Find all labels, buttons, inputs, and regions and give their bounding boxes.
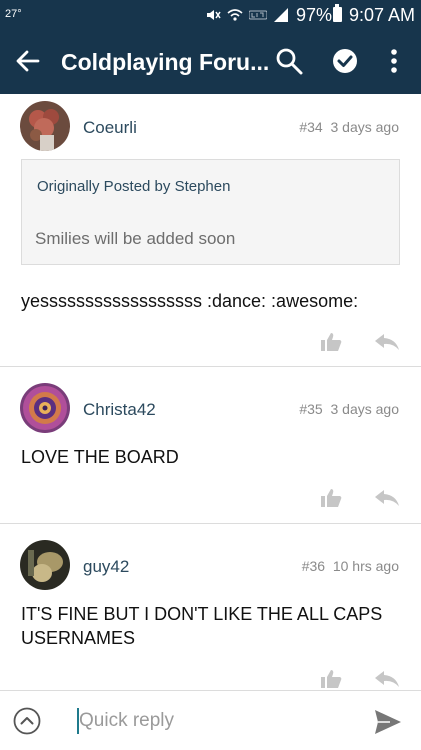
more-vert-icon[interactable] [383,47,405,75]
lte-icon [249,10,267,20]
post-number[interactable]: #34 [299,119,322,135]
username[interactable]: Christa42 [83,400,156,420]
avatar[interactable] [20,540,70,590]
post-time: 3 days ago [330,401,400,417]
post-36: guy42 #36 10 hrs ago IT'S FINE BUT I DON… [0,524,421,690]
thumbs-up-icon[interactable] [320,669,342,689]
avatar[interactable] [20,101,70,151]
search-icon[interactable] [275,47,303,75]
clock: 9:07 AM [349,5,416,25]
post-body-line: IT'S FINE BUT I DON'T LIKE THE ALL CAPS [21,604,383,624]
post-body-line: USERNAMES [21,628,136,648]
reply-icon[interactable] [374,669,400,689]
reply-icon[interactable] [374,488,400,508]
quote-block: Originally Posted by Stephen Smilies wil… [21,159,400,265]
mute-icon [207,10,221,20]
status-bar: 27° 97% 9:07 AM [0,0,421,30]
post-35: Christa42 #35 3 days ago LOVE THE BOARD [0,367,421,524]
check-circle-icon[interactable] [331,47,359,75]
app-bar: Coldplaying Foru... [0,30,421,94]
avatar[interactable] [20,383,70,433]
post-meta: #35 3 days ago [299,401,399,417]
post-number[interactable]: #36 [302,558,325,574]
reply-icon[interactable] [374,332,400,352]
page-title: Coldplaying Foru... [61,49,270,75]
battery-percent: 97% [296,5,333,25]
battery-icon [333,4,342,22]
collapse-up-icon[interactable] [13,707,41,735]
post-number[interactable]: #35 [299,401,322,417]
thumbs-up-icon[interactable] [320,488,342,508]
send-icon[interactable] [374,709,402,735]
wifi-icon [227,9,243,21]
post-meta: #36 10 hrs ago [302,558,399,574]
back-arrow-icon[interactable] [14,47,42,75]
quote-text: Smilies will be added soon [35,229,236,248]
post-body: IT'S FINE BUT I DON'T LIKE THE ALL CAPS … [21,602,382,650]
quick-reply-input[interactable] [79,706,349,736]
username[interactable]: Coeurli [83,118,137,138]
temperature: 27° [5,8,22,20]
post-body: yessssssssssssssssss :dance: :awesome: [21,291,359,311]
post-time: 10 hrs ago [332,558,399,574]
post-time: 3 days ago [330,119,400,135]
post-34: Coeurli #34 3 days ago Originally Posted… [0,94,421,367]
quick-reply-bar [0,690,421,750]
quote-author[interactable]: Originally Posted by Stephen [37,178,230,195]
signal-icon [274,8,288,22]
post-meta: #34 3 days ago [299,119,399,135]
status-icons [205,6,289,24]
username[interactable]: guy42 [83,557,129,577]
thumbs-up-icon[interactable] [320,332,342,352]
post-body: LOVE THE BOARD [21,447,179,467]
